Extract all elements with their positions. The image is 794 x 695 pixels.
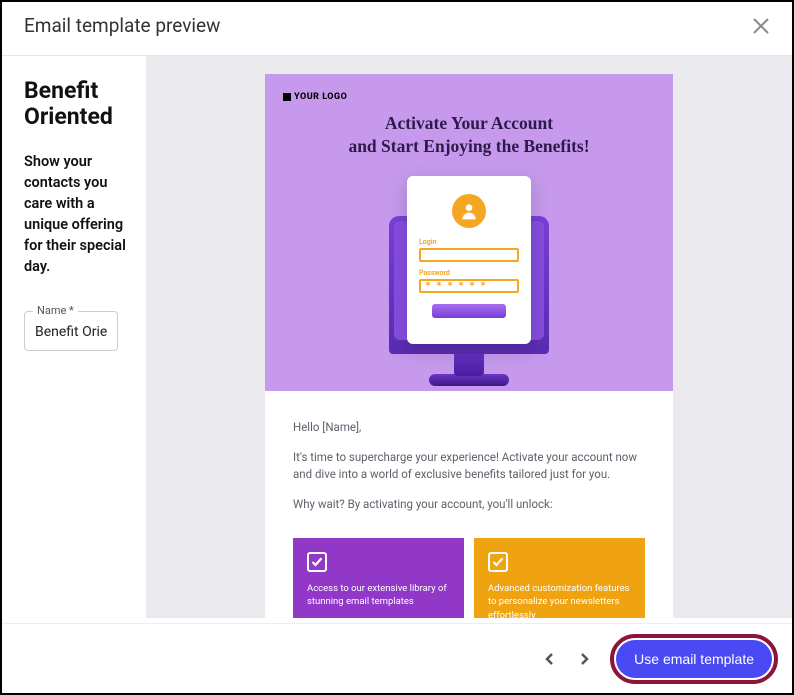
- hero-line1: Activate Your Account: [283, 112, 655, 135]
- monitor-illustration: Login Password ✶✶✶✶✶✶: [369, 176, 569, 386]
- name-label: Name *: [33, 304, 78, 317]
- close-icon[interactable]: [752, 17, 770, 35]
- password-field: ✶✶✶✶✶✶: [419, 279, 519, 293]
- hero-line2: and Start Enjoying the Benefits!: [283, 135, 655, 158]
- body-p1: It's time to supercharge your experience…: [293, 449, 645, 485]
- template-title: Benefit Oriented: [24, 78, 132, 131]
- modal-title: Email template preview: [24, 14, 220, 37]
- next-button[interactable]: [570, 645, 598, 673]
- prev-button[interactable]: [536, 645, 564, 673]
- login-card: Login Password ✶✶✶✶✶✶: [407, 176, 531, 344]
- benefit-card-2: Advanced customization features to perso…: [474, 538, 645, 618]
- sidebar: Benefit Oriented Show your contacts you …: [2, 56, 146, 618]
- benefit-text-2: Advanced customization features to perso…: [488, 582, 631, 618]
- logo-text: YOUR LOGO: [294, 92, 347, 102]
- email-hero: YOUR LOGO Activate Your Account and Star…: [265, 74, 673, 391]
- use-template-button[interactable]: Use email template: [616, 640, 772, 678]
- benefit-text-1: Access to our extensive library of stunn…: [307, 582, 450, 609]
- login-submit-button: [432, 304, 506, 318]
- login-label: Login: [419, 238, 437, 246]
- cta-highlight: Use email template: [610, 634, 778, 684]
- hero-title: Activate Your Account and Start Enjoying…: [283, 112, 655, 158]
- check-icon: [488, 552, 508, 572]
- benefit-cards: Access to our extensive library of stunn…: [265, 538, 673, 618]
- modal-footer: Use email template: [2, 623, 792, 693]
- logo: YOUR LOGO: [283, 92, 655, 102]
- logo-mark-icon: [283, 93, 291, 101]
- benefit-card-1: Access to our extensive library of stunn…: [293, 538, 464, 618]
- email-canvas: YOUR LOGO Activate Your Account and Star…: [265, 74, 673, 618]
- email-body: Hello [Name], It's time to supercharge y…: [265, 391, 673, 538]
- avatar-icon: [452, 194, 486, 228]
- body-p2: Why wait? By activating your account, yo…: [293, 496, 645, 514]
- name-input-wrapper[interactable]: Name * Benefit Oriented: [24, 311, 118, 351]
- template-description: Show your contacts you care with a uniqu…: [24, 151, 132, 277]
- name-input[interactable]: Benefit Oriented: [35, 324, 107, 340]
- preview-area: YOUR LOGO Activate Your Account and Star…: [146, 56, 792, 618]
- greeting: Hello [Name],: [293, 419, 645, 437]
- check-icon: [307, 552, 327, 572]
- login-field: [419, 248, 519, 262]
- password-label: Password: [419, 269, 450, 277]
